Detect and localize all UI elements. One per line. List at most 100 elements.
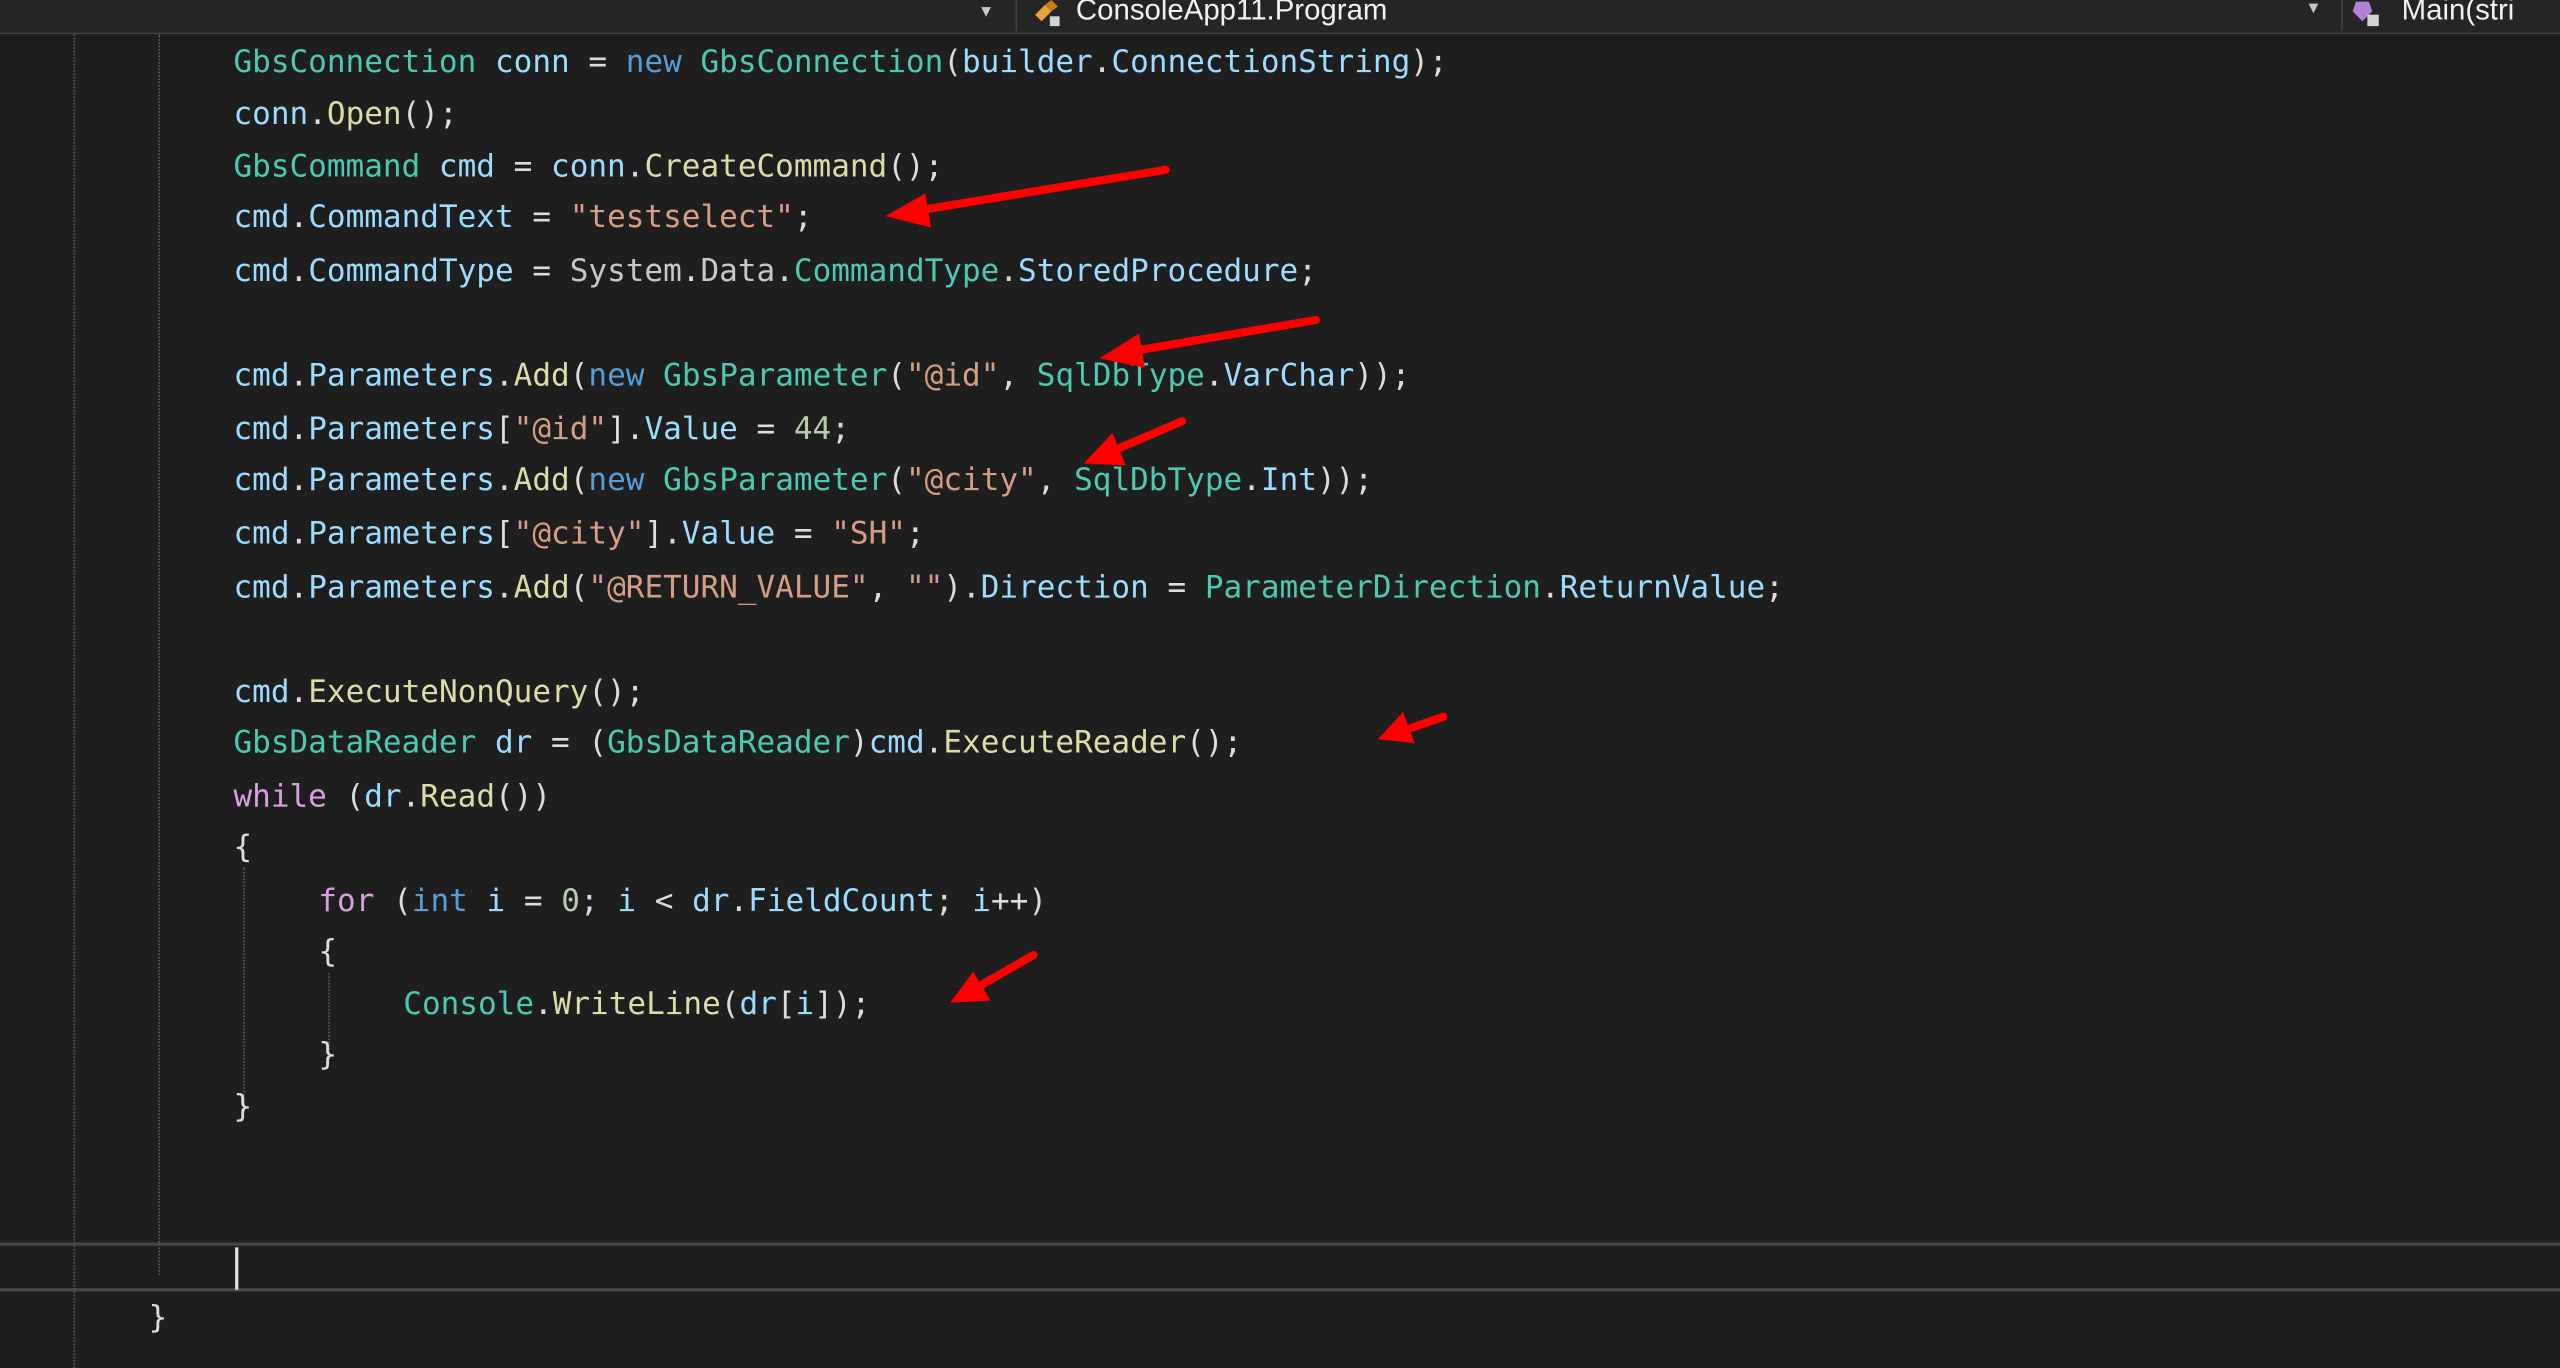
code-line-13[interactable]: while (dr.Read()) <box>233 772 551 821</box>
token: i <box>486 883 506 920</box>
token: = <box>775 515 832 552</box>
token: . <box>1540 569 1560 606</box>
token: ); <box>1410 44 1448 80</box>
method-icon <box>2352 1 2379 27</box>
code-line-18[interactable]: } <box>318 1030 337 1079</box>
token: "SH" <box>831 515 906 552</box>
token: ( <box>569 569 589 606</box>
token: ; <box>1765 569 1784 606</box>
token: ( <box>943 44 962 80</box>
token: ( <box>887 357 906 394</box>
token: GbsDataReader <box>607 724 850 761</box>
member-dropdown-label: Main(stri <box>2401 0 2515 27</box>
token: [ <box>494 515 514 552</box>
token: , <box>868 569 906 606</box>
token: i <box>972 883 991 920</box>
code-line-4[interactable]: cmd.CommandText = "testselect"; <box>233 193 812 242</box>
token: 44 <box>793 411 832 448</box>
token: . <box>999 253 1019 289</box>
token: Open <box>326 96 402 133</box>
token: . <box>401 778 421 815</box>
token: GbsDataReader <box>233 724 477 761</box>
token: ; <box>1298 253 1317 289</box>
token: . <box>289 674 309 711</box>
token: ]); <box>814 986 871 1023</box>
token: . <box>289 569 309 606</box>
token: cmd <box>233 199 290 236</box>
token: cmd <box>233 462 290 498</box>
indent-guide <box>158 34 160 1276</box>
code-line-19[interactable]: } <box>233 1082 252 1131</box>
token: GbsParameter <box>663 357 888 394</box>
token: cmd <box>233 411 290 448</box>
token: [ <box>494 411 514 448</box>
code-line-9[interactable]: cmd.Parameters["@city"].Value = "SH"; <box>233 509 924 558</box>
token: Read <box>420 778 496 815</box>
token: ; <box>831 411 850 448</box>
token: FieldCount <box>748 883 935 920</box>
token: . <box>924 724 944 761</box>
member-dropdown[interactable]: Main(stri <box>2341 0 2560 32</box>
code-line-2[interactable]: conn.Open(); <box>233 90 457 139</box>
token: Value <box>644 411 738 448</box>
code-line-16[interactable]: { <box>318 927 337 976</box>
token: . <box>1204 357 1224 394</box>
token: cmd <box>868 724 925 761</box>
token: dr <box>692 883 730 920</box>
token: CommandType <box>308 253 514 289</box>
token: cmd <box>233 253 290 289</box>
code-line-14[interactable]: { <box>233 823 252 872</box>
code-line-6[interactable]: cmd.Parameters.Add(new GbsParameter("@id… <box>233 351 1410 400</box>
token: (); <box>401 96 458 133</box>
token: = <box>532 724 589 761</box>
token: StoredProcedure <box>1018 253 1299 289</box>
token: (); <box>887 148 944 185</box>
code-line-5[interactable]: cmd.CommandType = System.Data.CommandTyp… <box>233 247 1316 296</box>
token: . <box>494 569 514 606</box>
code-line-1[interactable]: GbsConnection conn = new GbsConnection(b… <box>233 38 1447 87</box>
token: = <box>737 411 794 448</box>
code-line-15[interactable]: for (int i = 0; i < dr.FieldCount; i++) <box>318 877 1047 926</box>
token: ; <box>579 883 618 920</box>
token: { <box>233 829 253 866</box>
token: . <box>775 253 794 289</box>
editor-window: ▼ ConsoleApp11.Program ▼ Main(stri GbsCo… <box>0 0 2560 1368</box>
code-line-20[interactable]: } <box>149 1293 168 1342</box>
token: Value <box>681 515 776 552</box>
code-line-8[interactable]: cmd.Parameters.Add(new GbsParameter("@ci… <box>233 456 1373 505</box>
token: int <box>411 883 468 920</box>
code-line-7[interactable]: cmd.Parameters["@id"].Value = 44; <box>233 405 849 454</box>
code-line-17[interactable]: Console.WriteLine(dr[i]); <box>403 980 870 1029</box>
token: "@RETURN_VALUE" <box>588 569 869 606</box>
code-line-12[interactable]: GbsDataReader dr = (GbsDataReader)cmd.Ex… <box>233 718 1242 767</box>
token: SqlDbType <box>1074 462 1243 498</box>
token: ( <box>326 778 365 815</box>
project-dropdown-chevron-icon[interactable]: ▼ <box>975 0 998 26</box>
class-dropdown[interactable]: ConsoleApp11.Program ▼ <box>1015 0 2337 32</box>
token: Add <box>513 357 570 394</box>
token: ]. <box>607 411 645 448</box>
token: ; <box>905 515 925 552</box>
token: ]. <box>644 515 682 552</box>
token: new <box>588 357 645 394</box>
token: CommandType <box>793 253 1000 289</box>
token: [ <box>776 986 796 1023</box>
token: Parameters <box>308 515 495 552</box>
token: i <box>795 986 815 1023</box>
token: . <box>1242 462 1261 498</box>
token: dr <box>494 724 533 761</box>
token: cmd <box>233 674 290 711</box>
token: . <box>289 199 309 236</box>
token: "@id" <box>513 411 608 448</box>
token: ExecuteNonQuery <box>308 674 589 711</box>
code-line-11[interactable]: cmd.ExecuteNonQuery(); <box>233 668 644 717</box>
token: while <box>233 778 327 815</box>
current-line-highlight <box>0 1242 2560 1292</box>
token: = <box>513 253 570 289</box>
code-line-3[interactable]: GbsCommand cmd = conn.CreateCommand(); <box>233 142 943 191</box>
code-line-10[interactable]: cmd.Parameters.Add("@RETURN_VALUE", "").… <box>233 563 1783 612</box>
token: GbsParameter <box>663 462 888 498</box>
token: (); <box>588 674 645 711</box>
token: Data <box>700 253 776 289</box>
token: 0 <box>561 883 580 920</box>
